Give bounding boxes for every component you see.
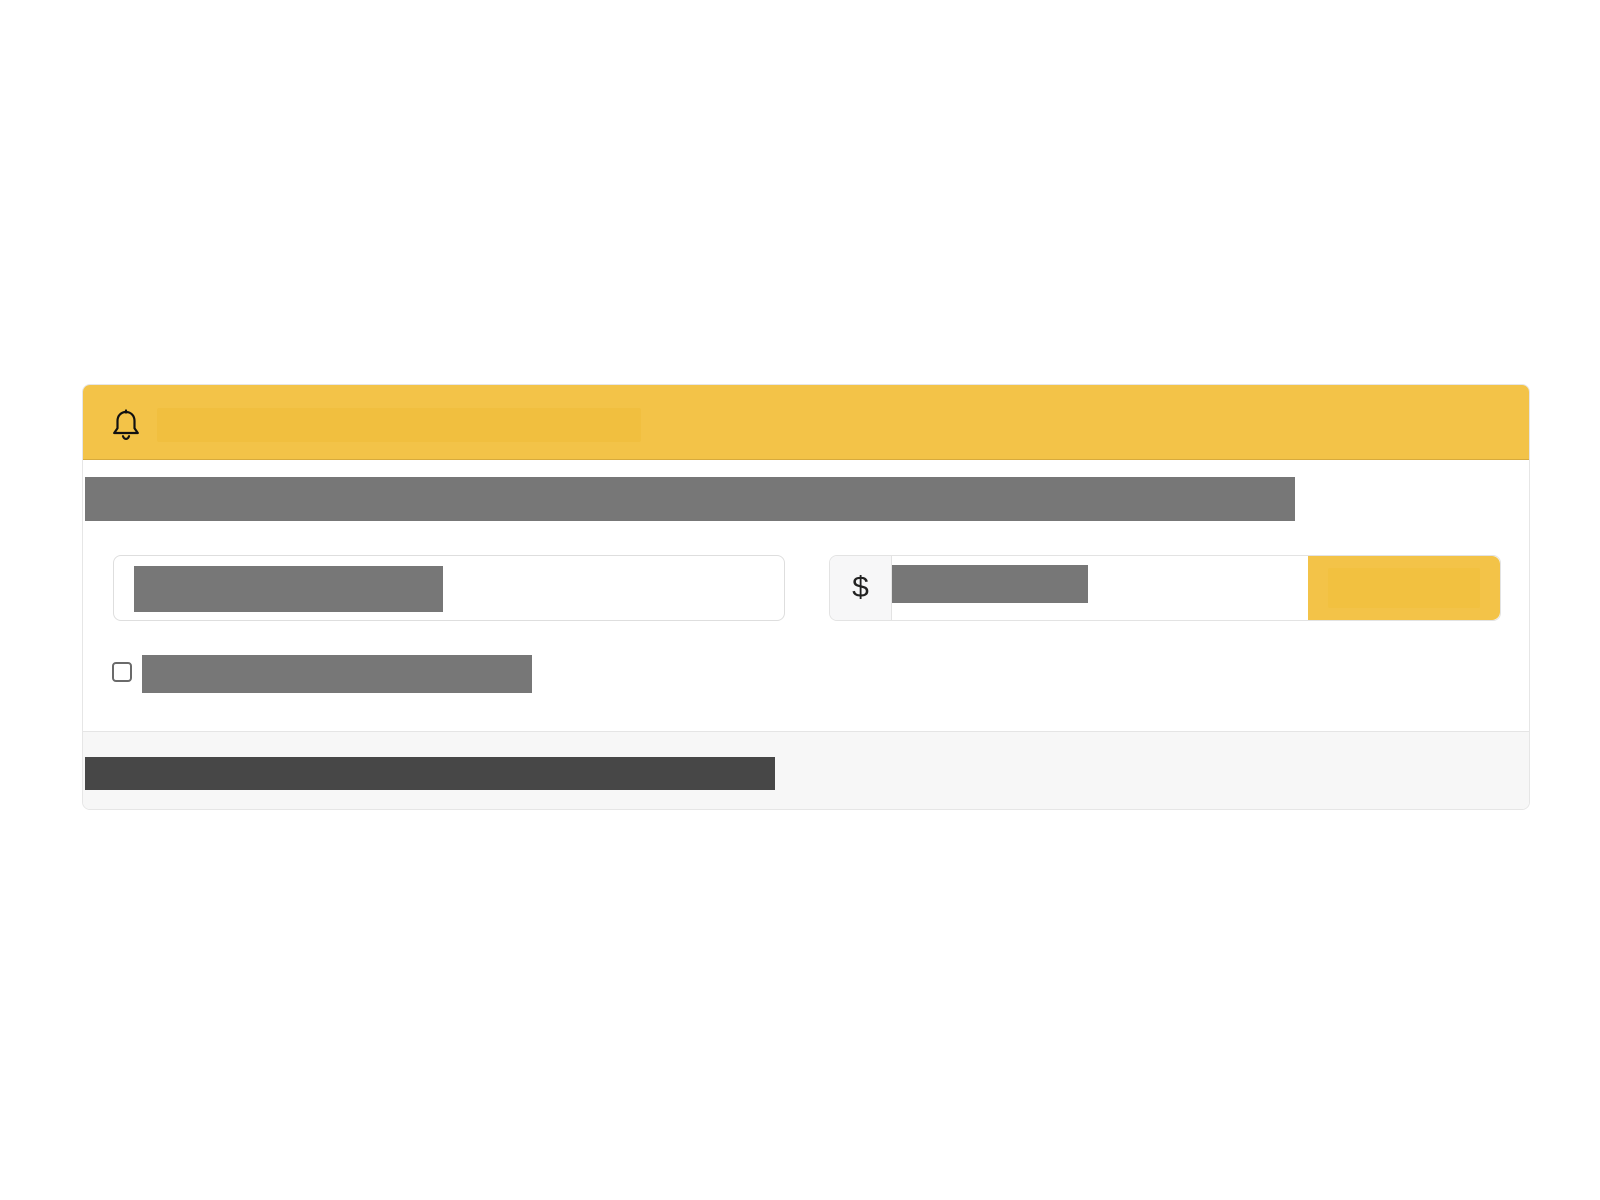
- alert-card-header: [83, 385, 1529, 460]
- currency-prefix: $: [830, 556, 892, 620]
- price-alert-card: $: [82, 384, 1530, 810]
- alert-checkbox[interactable]: [112, 662, 132, 682]
- alert-description: [85, 477, 1295, 521]
- alert-title: [157, 410, 641, 440]
- checkbox-row[interactable]: [112, 655, 532, 693]
- email-field[interactable]: [113, 555, 785, 621]
- checkbox-label: [142, 655, 532, 693]
- email-field-value: [134, 566, 443, 612]
- bell-icon: [113, 409, 139, 441]
- price-input-value: [892, 565, 1088, 603]
- set-alert-button[interactable]: [1308, 556, 1500, 620]
- alert-card-footer: [83, 731, 1529, 809]
- set-alert-button-label: [1328, 568, 1480, 608]
- footer-note: [85, 757, 775, 790]
- page: $: [0, 0, 1600, 1200]
- price-input-group[interactable]: $: [829, 555, 1501, 621]
